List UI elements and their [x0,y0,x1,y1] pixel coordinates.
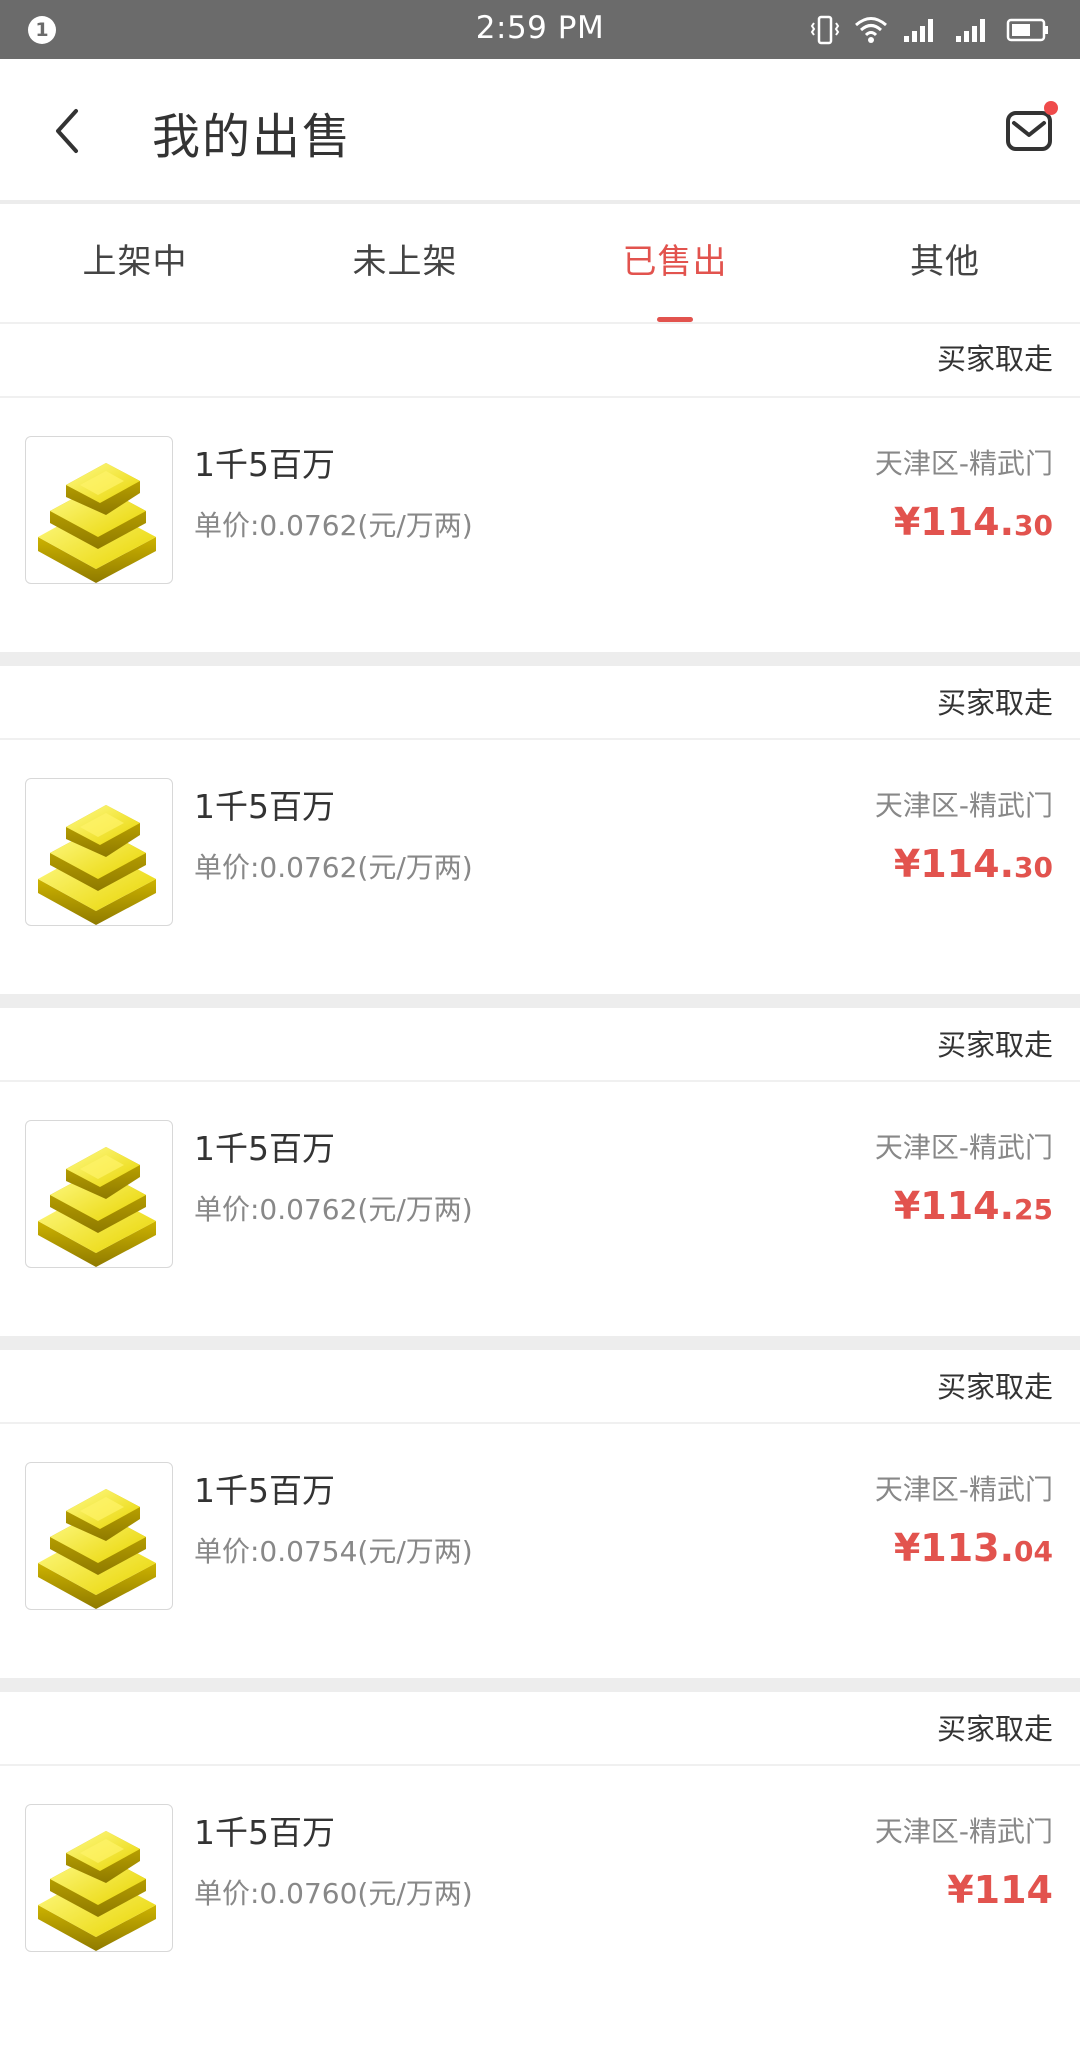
tab-other[interactable]: 其他 [810,204,1080,322]
gold-bars-image [25,1462,173,1610]
price-integer: 114. [920,500,1015,544]
price-integer: 113. [920,1526,1015,1570]
gold-bars-image [25,1120,173,1268]
unit-price: 单价:0.0762(元/万两) [194,509,473,542]
currency-symbol: ¥ [947,1868,974,1912]
order-status: 买家取走 [936,1028,1053,1062]
order-price: ¥114 [947,1868,1053,1912]
tab-label: 其他 [910,242,980,282]
gold-bars-image [25,778,173,926]
order-card[interactable]: 买家取走 1千5百万 单价:0.0762(元/万两) 天津区-精武门 ¥114.… [0,324,1080,652]
card-separator [0,652,1080,666]
tab-label: 已售出 [622,242,728,282]
tab-label: 未上架 [352,242,458,282]
order-card-header: 买家取走 [0,1008,1080,1082]
order-card-body: 1千5百万 单价:0.0754(元/万两) 天津区-精武门 ¥113.04 [0,1424,1080,1678]
server-name: 天津区-精武门 [874,789,1053,822]
price-decimal: 04 [1014,1535,1053,1568]
battery-icon [1006,18,1048,42]
order-card-header: 买家取走 [0,1350,1080,1424]
price-decimal: 25 [1014,1193,1053,1226]
price-integer: 114. [920,842,1015,886]
order-status: 买家取走 [936,1712,1053,1746]
price-integer: 114 [973,1868,1053,1912]
status-icons [810,14,1050,46]
price-decimal: 30 [1014,851,1053,884]
currency-symbol: ¥ [893,1526,921,1570]
order-card-body: 1千5百万 单价:0.0762(元/万两) 天津区-精武门 ¥114.25 [0,1082,1080,1336]
order-price: ¥114.30 [894,500,1053,544]
order-price: ¥114.25 [894,1184,1053,1228]
price-integer: 114. [920,1184,1015,1228]
item-title: 1千5百万 [194,445,335,484]
back-chevron-icon[interactable] [46,105,90,157]
unit-price: 单价:0.0762(元/万两) [194,851,473,884]
active-tab-indicator [657,317,693,322]
order-card[interactable]: 买家取走 1千5百万 单价:0.0762(元/万两) 天津区-精武门 ¥114.… [0,666,1080,994]
order-card-body: 1千5百万 单价:0.0760(元/万两) 天津区-精武门 ¥114 [0,1766,1080,2020]
item-title: 1千5百万 [194,1471,335,1510]
tab-on-sale[interactable]: 上架中 [0,204,270,322]
unit-price: 单价:0.0762(元/万两) [194,1193,473,1226]
tab-bar: 上架中 未上架 已售出 其他 [0,204,1080,324]
order-list: 买家取走 1千5百万 单价:0.0762(元/万两) 天津区-精武门 ¥114.… [0,324,1080,2020]
order-status: 买家取走 [936,1370,1053,1404]
order-status: 买家取走 [936,686,1053,720]
order-price: ¥114.30 [894,842,1053,886]
status-bar: 1 2:59 PM [0,0,1080,59]
header: 我的出售 [0,59,1080,204]
tab-label: 上架中 [82,242,188,282]
gold-bars-image [25,1804,173,1952]
wifi-icon [855,17,887,43]
order-card-body: 1千5百万 单价:0.0762(元/万两) 天津区-精武门 ¥114.30 [0,398,1080,652]
item-title: 1千5百万 [194,1813,335,1852]
order-card[interactable]: 买家取走 1千5百万 单价:0.0754(元/万两) 天津区-精武门 ¥113.… [0,1350,1080,1678]
tab-sold[interactable]: 已售出 [540,204,810,322]
card-separator [0,994,1080,1008]
item-title: 1千5百万 [194,787,335,826]
card-separator [0,1678,1080,1692]
order-card-header: 买家取走 [0,666,1080,740]
signal-icon [904,19,933,42]
gold-bars-image [25,436,173,584]
unit-price: 单价:0.0760(元/万两) [194,1877,473,1910]
currency-symbol: ¥ [893,842,921,886]
price-decimal: 30 [1014,509,1053,542]
server-name: 天津区-精武门 [874,1131,1053,1164]
order-card-header: 买家取走 [0,1692,1080,1766]
order-card-header: 买家取走 [0,324,1080,398]
unread-dot [1044,101,1058,115]
page-title: 我的出售 [152,109,353,165]
tab-not-listed[interactable]: 未上架 [270,204,540,322]
server-name: 天津区-精武门 [874,1815,1053,1848]
signal-2-icon [956,19,985,42]
currency-symbol: ¥ [893,1184,921,1228]
card-separator [0,1336,1080,1350]
server-name: 天津区-精武门 [874,1473,1053,1506]
order-card[interactable]: 买家取走 1千5百万 单价:0.0762(元/万两) 天津区-精武门 ¥114.… [0,1008,1080,1336]
item-title: 1千5百万 [194,1129,335,1168]
unit-price: 单价:0.0754(元/万两) [194,1535,473,1568]
server-name: 天津区-精武门 [874,447,1053,480]
order-status: 买家取走 [936,342,1053,376]
order-card-body: 1千5百万 单价:0.0762(元/万两) 天津区-精武门 ¥114.30 [0,740,1080,994]
order-card[interactable]: 买家取走 1千5百万 单价:0.0760(元/万两) 天津区-精武门 ¥114 [0,1692,1080,2020]
order-price: ¥113.04 [894,1526,1053,1570]
currency-symbol: ¥ [893,500,921,544]
vibrate-icon [810,15,840,45]
